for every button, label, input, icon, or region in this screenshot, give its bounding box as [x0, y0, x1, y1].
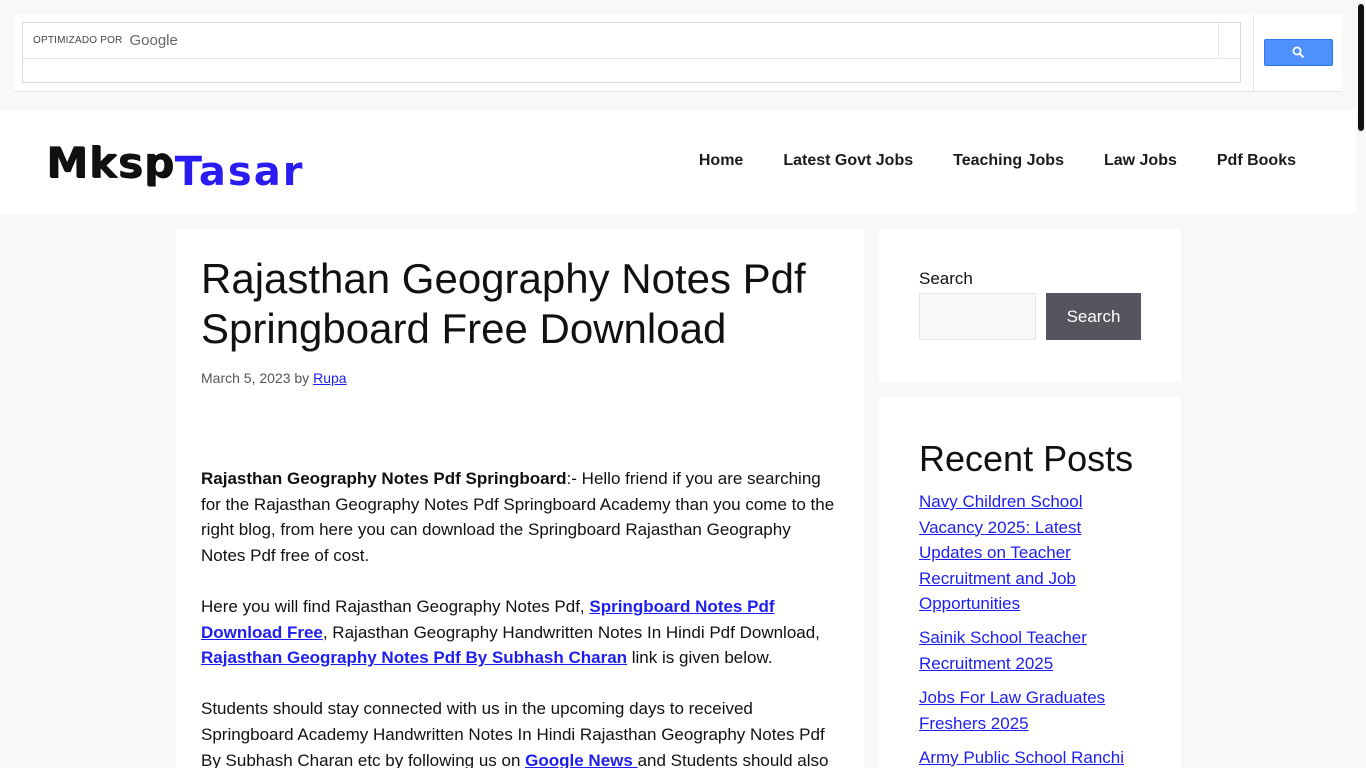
list-item: Navy Children School Vacancy 2025: Lates… — [919, 489, 1141, 617]
intro-strong: Rajasthan Geography Notes Pdf Springboar… — [201, 469, 567, 488]
cse-divider — [23, 58, 1240, 59]
subhash-charan-notes-link[interactable]: Rajasthan Geography Notes Pdf By Subhash… — [201, 648, 627, 667]
site-logo[interactable]: Mksp Tasar — [46, 138, 304, 195]
nav-latest-govt-jobs[interactable]: Latest Govt Jobs — [783, 152, 913, 170]
google-news-link[interactable]: Google News — [525, 751, 637, 768]
search-icon — [1292, 46, 1305, 59]
paragraph-1: Rajasthan Geography Notes Pdf Springboar… — [201, 466, 839, 568]
page-scrollbar[interactable] — [1358, 4, 1364, 131]
list-item: Sainik School Teacher Recruitment 2025 — [919, 625, 1141, 676]
nav-teaching-jobs[interactable]: Teaching Jobs — [953, 152, 1064, 170]
nav-pdf-books[interactable]: Pdf Books — [1217, 152, 1296, 170]
site-header: Mksp Tasar Home Latest Govt Jobs Teachin… — [0, 110, 1356, 214]
nav-law-jobs[interactable]: Law Jobs — [1104, 152, 1177, 170]
author-link[interactable]: Rupa — [313, 370, 346, 386]
sidebar-search-widget: Search Search — [879, 229, 1181, 382]
recent-posts-title: Recent Posts — [919, 438, 1134, 479]
logo-text-mksp: Mksp — [46, 138, 175, 187]
search-label: Search — [919, 269, 973, 288]
recent-post-link[interactable]: Jobs For Law Graduates Freshers 2025 — [919, 688, 1105, 733]
logo-text-tasar: Tasar — [174, 149, 305, 195]
p2-text-b: , Rajasthan Geography Handwritten Notes … — [322, 622, 820, 642]
cse-search-input[interactable]: OPTIMIZADO POR Google — [23, 23, 1219, 58]
list-item: Jobs For Law Graduates Freshers 2025 — [919, 685, 1141, 736]
recent-post-link[interactable]: Sainik School Teacher Recruitment 2025 — [919, 628, 1087, 673]
p2-text-c: link is given below. — [627, 648, 773, 668]
recent-post-link[interactable]: Army Public School Ranchi — [919, 748, 1124, 767]
nav-home[interactable]: Home — [699, 152, 743, 170]
google-logo: Google — [129, 32, 178, 49]
cse-brand-prefix: OPTIMIZADO POR — [33, 35, 123, 46]
search-row: Search — [919, 293, 1141, 340]
cse-search-box: OPTIMIZADO POR Google — [22, 22, 1241, 83]
sidebar-search-button[interactable]: Search — [1046, 293, 1141, 340]
article-content: Rajasthan Geography Notes Pdf Springboar… — [201, 466, 839, 768]
article-title: Rajasthan Geography Notes Pdf Springboar… — [201, 255, 806, 352]
list-item: Army Public School Ranchi — [919, 745, 1141, 768]
cse-button-column — [1253, 14, 1342, 92]
article-date: March 5, 2023 — [201, 370, 291, 386]
p2-text-a: Here you will find Rajasthan Geography N… — [201, 596, 590, 616]
article-by: by — [294, 370, 310, 386]
cse-search-button[interactable] — [1264, 39, 1333, 66]
p3-text-b: and Students should also — [637, 750, 829, 768]
main-navigation: Home Latest Govt Jobs Teaching Jobs Law … — [699, 152, 1296, 170]
article-meta: March 5, 2023 by Rupa — [201, 370, 839, 386]
recent-posts-widget: Recent Posts Navy Children School Vacanc… — [879, 397, 1181, 768]
recent-posts-list: Navy Children School Vacancy 2025: Lates… — [919, 489, 1141, 768]
article: Rajasthan Geography Notes Pdf Springboar… — [176, 229, 864, 768]
recent-post-link[interactable]: Navy Children School Vacancy 2025: Lates… — [919, 492, 1082, 613]
paragraph-3: Students should stay connected with us i… — [201, 696, 839, 768]
sidebar-search-input[interactable] — [919, 293, 1036, 340]
google-custom-search-bar: OPTIMIZADO POR Google — [14, 14, 1342, 92]
paragraph-2: Here you will find Rajasthan Geography N… — [201, 594, 839, 671]
